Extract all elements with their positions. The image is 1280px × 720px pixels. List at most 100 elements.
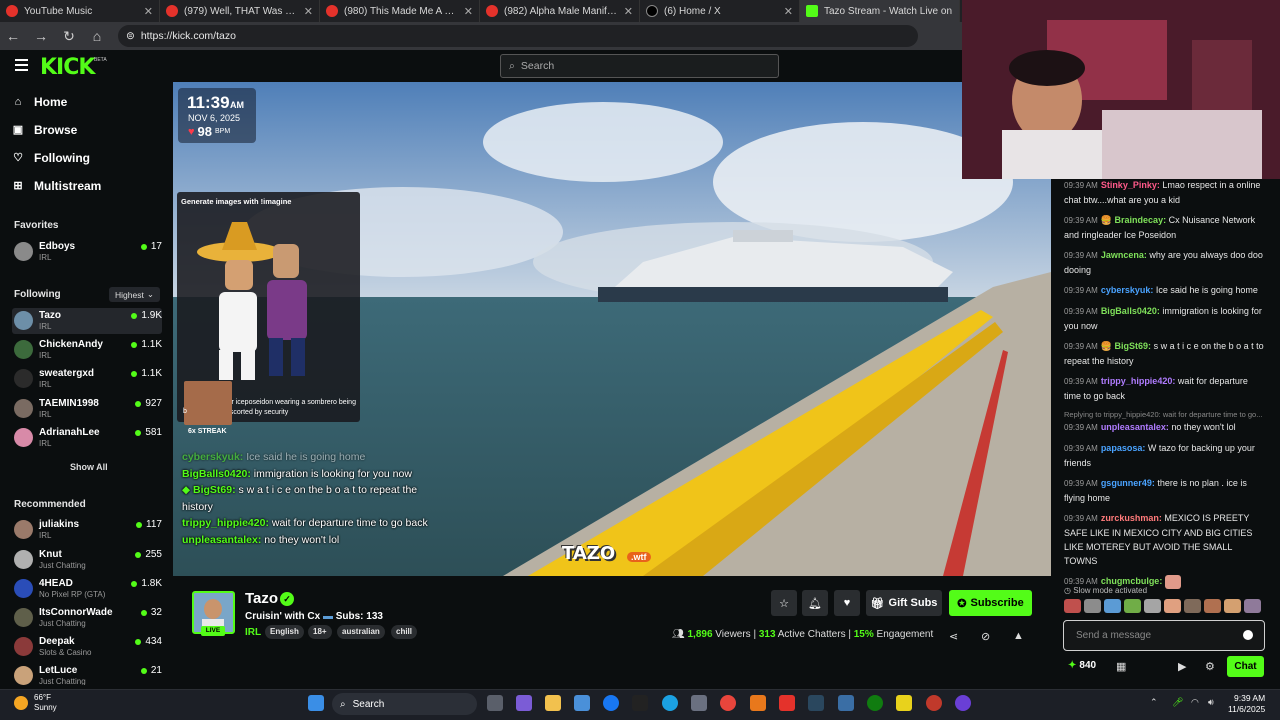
home-browser-icon[interactable]: ⌂	[90, 28, 104, 44]
gift-subs-button[interactable]: 🎁︎ Gift Subs	[866, 590, 942, 616]
back-icon[interactable]: ←	[6, 28, 20, 44]
kick-logo[interactable]: KICK	[40, 55, 95, 80]
close-icon[interactable]: ✕	[624, 5, 633, 18]
copilot-icon[interactable]	[516, 695, 532, 711]
emote-icon[interactable]	[1124, 599, 1141, 613]
close-icon[interactable]: ✕	[784, 5, 793, 18]
subscribe-button[interactable]: ✪ Subscribe	[949, 590, 1032, 616]
emote-icon[interactable]	[1224, 599, 1241, 613]
tag-australian[interactable]: australian	[337, 625, 385, 639]
app2-icon[interactable]	[955, 695, 971, 711]
sidebar-nav-multistream[interactable]: ⊞ Multistream	[12, 179, 101, 193]
tag-chill[interactable]: chill	[391, 625, 418, 639]
channel-points[interactable]: ✦ 840	[1068, 660, 1096, 671]
sidebar-channel-4head[interactable]: 4HEAD No Pixel RP (GTA) 1.8K	[12, 576, 162, 602]
sidebar-channel-edboys[interactable]: Edboys IRL 17	[12, 239, 162, 265]
site-info-icon[interactable]: ⊜	[126, 30, 135, 42]
sidebar-channel-tazo[interactable]: Tazo IRL 1.9K	[12, 308, 162, 334]
vlc-icon[interactable]	[750, 695, 766, 711]
calculator-icon[interactable]	[691, 695, 707, 711]
microphone-icon[interactable]: 🎤︎	[1172, 697, 1183, 708]
home-icon: ⌂	[14, 96, 22, 108]
taskbar-clock[interactable]: 9:39 AM 11/6/2025	[1228, 693, 1265, 715]
tab-youtube-1[interactable]: (979) Well, THAT Was Unexpected✕	[160, 0, 320, 22]
sort-dropdown[interactable]: Highest ⌄	[109, 287, 160, 302]
chrome-icon[interactable]	[720, 695, 736, 711]
url-field[interactable]: ⊜ https://kick.com/tazo	[118, 25, 918, 47]
steam-icon[interactable]	[808, 695, 824, 711]
tab-youtube-music[interactable]: YouTube Music ✕	[0, 0, 160, 22]
sidebar-nav-home[interactable]: ⌂ Home	[12, 95, 68, 109]
sidebar-channel-letluce[interactable]: LetLuce Just Chatting 21	[12, 663, 162, 685]
taskbar-search[interactable]: ⌕ Search	[332, 693, 477, 715]
bookmark-icon[interactable]: ▶	[1178, 660, 1186, 673]
facebook-icon[interactable]	[603, 695, 619, 711]
follow-heart-icon[interactable]: ♥	[834, 590, 860, 616]
sidebar-channel-juliakins[interactable]: juliakins IRL 117	[12, 517, 162, 543]
clock-icon: ◷	[1064, 586, 1071, 595]
wifi-icon[interactable]: ◠	[1191, 697, 1199, 708]
forward-icon[interactable]: →	[34, 28, 48, 44]
sidebar-channel-itsconnorwade[interactable]: ItsConnorWade Just Chatting 32	[12, 605, 162, 631]
sidebar-channel-chickenandy[interactable]: ChickenAndy IRL 1.1K	[12, 337, 162, 363]
task-view-icon[interactable]	[487, 695, 503, 711]
overlay-chat-line: unpleasantalex: no they won't lol	[182, 533, 340, 546]
search-input[interactable]: ⌕ Search	[500, 54, 779, 78]
store-icon[interactable]: ▦	[1116, 660, 1126, 673]
weather-widget[interactable]: 66°F Sunny	[14, 693, 57, 713]
tray-chevron-icon[interactable]: ⌃	[1150, 697, 1158, 708]
edge-icon[interactable]	[662, 695, 678, 711]
show-all-button[interactable]: Show All	[70, 462, 108, 472]
store-app-icon[interactable]	[574, 695, 590, 711]
sidebar-channel-knut[interactable]: Knut Just Chatting 255	[12, 547, 162, 573]
emote-icon[interactable]	[1184, 599, 1201, 613]
emote-icon[interactable]	[1084, 599, 1101, 613]
emote-icon[interactable]	[1144, 599, 1161, 613]
emote-icon	[1164, 574, 1181, 589]
menu-icon[interactable]	[15, 59, 28, 74]
hide-icon[interactable]: ⊘	[981, 630, 990, 643]
emote-icon[interactable]	[1244, 599, 1261, 613]
tab-x-home[interactable]: (6) Home / X ✕	[640, 0, 800, 22]
send-chat-button[interactable]: Chat	[1227, 656, 1264, 677]
tag-18plus[interactable]: 18+	[308, 625, 332, 639]
tag-english[interactable]: English	[265, 625, 304, 639]
share-icon[interactable]: ⋖	[949, 630, 958, 643]
app-icon[interactable]	[838, 695, 854, 711]
close-icon[interactable]: ✕	[144, 5, 153, 18]
emote-icon[interactable]	[1204, 599, 1221, 613]
emote-icon[interactable]	[1064, 599, 1081, 613]
reload-icon[interactable]: ↻	[62, 28, 76, 45]
sidebar-nav-browse[interactable]: ▣ Browse	[12, 123, 78, 137]
chat-input[interactable]: Send a message	[1063, 620, 1265, 651]
bell-icon[interactable]: 🔔︎	[802, 590, 828, 616]
amazon-icon[interactable]	[632, 695, 648, 711]
sticky-notes-icon[interactable]	[896, 695, 912, 711]
emoji-picker-icon[interactable]	[1243, 630, 1253, 640]
youtube-app-icon[interactable]	[779, 695, 795, 711]
car-icon: ▬	[322, 611, 333, 622]
obs-icon[interactable]	[926, 695, 942, 711]
close-icon[interactable]: ✕	[464, 5, 473, 18]
file-explorer-icon[interactable]	[545, 695, 561, 711]
xbox-icon[interactable]	[867, 695, 883, 711]
sidebar-channel-deepak[interactable]: Deepak Slots & Casino 434	[12, 634, 162, 660]
star-icon[interactable]: ☆	[771, 590, 797, 616]
tab-youtube-3[interactable]: (982) Alpha Male Manifest Guru✕	[480, 0, 640, 22]
volume-icon[interactable]: 🔊︎	[1208, 697, 1214, 708]
sidebar-nav-following[interactable]: ♡ Following	[12, 151, 90, 165]
emote-icon[interactable]	[1104, 599, 1121, 613]
sidebar-channel-adrianahlee[interactable]: AdrianahLee IRL 581	[12, 425, 162, 451]
tab-kick-tazo[interactable]: Tazo Stream - Watch Live on	[800, 0, 960, 22]
gear-icon[interactable]: ⚙	[1205, 660, 1215, 673]
report-icon[interactable]: ▲	[1013, 630, 1024, 642]
sidebar-channel-sweatergxd[interactable]: sweatergxd IRL 1.1K	[12, 366, 162, 392]
avatar	[14, 637, 33, 656]
tab-youtube-2[interactable]: (980) This Made Me A Believer in✕	[320, 0, 480, 22]
close-icon[interactable]: ✕	[304, 5, 313, 18]
streamer-name[interactable]: Tazo	[245, 590, 278, 607]
stream-category[interactable]: IRL	[245, 627, 261, 638]
windows-start-icon[interactable]	[308, 695, 324, 711]
emote-icon[interactable]	[1164, 599, 1181, 613]
sidebar-channel-taemin1998[interactable]: TAEMIN1998 IRL 927	[12, 396, 162, 422]
